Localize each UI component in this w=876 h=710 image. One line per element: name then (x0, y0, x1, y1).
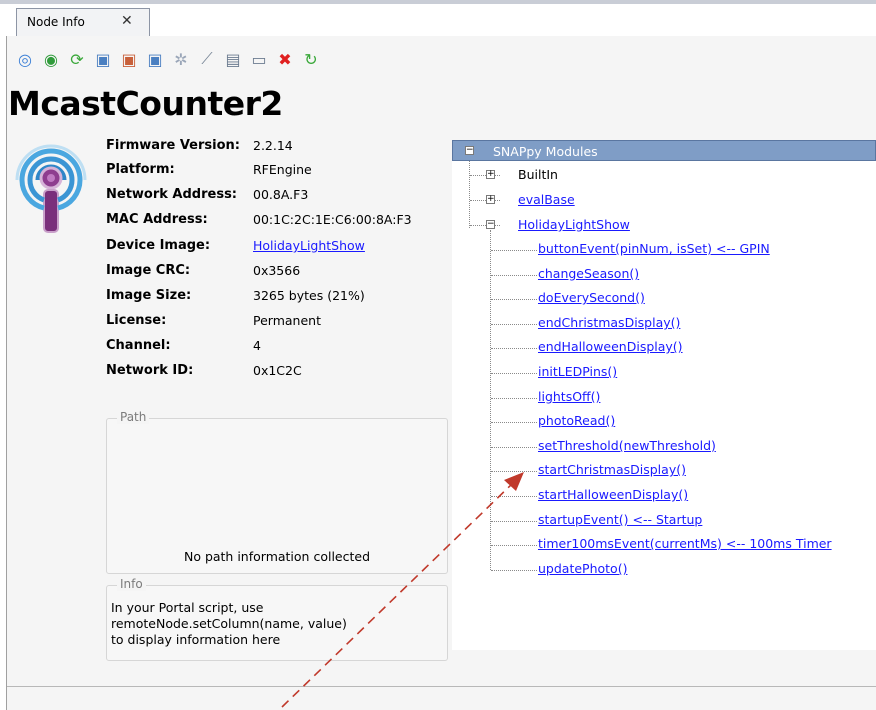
tree-guide-line (491, 521, 537, 522)
property-label: Platform: (106, 162, 175, 177)
tree-guide-line (491, 570, 537, 571)
property-label: Network Address: (106, 187, 238, 202)
tree-function-item[interactable]: initLEDPins() (538, 364, 617, 379)
tree-guide-line (491, 348, 537, 349)
property-value: 4 (253, 338, 261, 353)
wireless-node-icon (15, 144, 87, 233)
upload-script-icon[interactable]: ▣ (92, 48, 114, 70)
property-label: Network ID: (106, 363, 194, 378)
tree-function-item[interactable]: changeSeason() (538, 266, 639, 281)
tree-root-snappy-modules[interactable]: − SNAPpy Modules (452, 140, 876, 161)
property-value: 0x1C2C (253, 363, 302, 378)
property-value: RFEngine (253, 162, 312, 177)
tab-bar: Node Info ✕ (0, 0, 876, 36)
property-value: 00.8A.F3 (253, 187, 309, 202)
tree-function-item[interactable]: timer100msEvent(currentMs) <-- 100ms Tim… (538, 536, 832, 551)
tree-guide-line (491, 373, 537, 374)
collapse-icon[interactable]: − (465, 146, 474, 155)
tree-guide-line (491, 471, 537, 472)
tree-guide-line (491, 422, 537, 423)
configure-gear-icon[interactable]: ✲ (170, 48, 192, 70)
tree-guide-line (491, 275, 537, 276)
property-label: Image CRC: (106, 263, 191, 278)
tree-guide-line (491, 545, 537, 546)
tree-function-item[interactable]: endChristmasDisplay() (538, 315, 680, 330)
export-script-icon[interactable]: ▣ (144, 48, 166, 70)
path-legend: Path (117, 410, 150, 424)
property-label: Device Image: (106, 238, 211, 253)
tree-guide-line (491, 324, 537, 325)
property-label: Firmware Version: (106, 138, 240, 153)
tab-bar-border (0, 0, 876, 4)
tab-node-info-label: Node Info (27, 15, 85, 29)
tree-function-item[interactable]: photoRead() (538, 413, 615, 428)
tree-function-item[interactable]: startupEvent() <-- Startup (538, 512, 702, 527)
tree-guide-line (470, 225, 500, 226)
tree-guide-line (491, 447, 537, 448)
tree-function-item[interactable]: setThreshold(newThreshold) (538, 438, 716, 453)
property-value: 00:1C:2C:1E:C6:00:8A:F3 (253, 212, 412, 227)
copy-icon[interactable]: ▤ (222, 48, 244, 70)
expand-icon[interactable]: + (486, 195, 495, 204)
close-icon[interactable]: ✕ (121, 13, 133, 29)
info-group: Info In your Portal script, use remoteNo… (106, 577, 448, 661)
tree-function-item[interactable]: endHalloweenDisplay() (538, 339, 683, 354)
device-image-link[interactable]: HolidayLightShow (253, 238, 365, 253)
ping-node-icon[interactable]: ◎ (14, 48, 36, 70)
property-value: 0x3566 (253, 263, 301, 278)
info-line: In your Portal script, use (111, 600, 264, 615)
tree-function-item[interactable]: lightsOff() (538, 389, 600, 404)
field-icon[interactable]: ▭ (248, 48, 270, 70)
property-value: Permanent (253, 313, 321, 328)
probe-icon[interactable]: ⟋ (196, 48, 218, 70)
snappy-modules-tree: − SNAPpy Modules + BuiltIn + evalBase − Holid… (452, 140, 876, 650)
path-message: No path information collected (183, 549, 371, 564)
tree-function-item[interactable]: updatePhoto() (538, 561, 627, 576)
tree-guide-line (470, 175, 500, 176)
tree-guide-line (491, 250, 537, 251)
tab-node-info[interactable]: Node Info ✕ (16, 8, 150, 36)
path-group: Path No path information collected (106, 410, 448, 574)
refresh-node-icon[interactable]: ◉ (40, 48, 62, 70)
tree-guide-line (490, 230, 491, 570)
tree-guide-line (470, 200, 500, 201)
tree-guide-line (491, 496, 537, 497)
delete-icon[interactable]: ✖ (274, 48, 296, 70)
property-label: MAC Address: (106, 212, 208, 227)
tree-guide-line (491, 398, 537, 399)
tree-function-item[interactable]: startHalloweenDisplay() (538, 487, 688, 502)
tree-guide-line (469, 161, 470, 228)
erase-script-icon[interactable]: ▣ (118, 48, 140, 70)
info-line: remoteNode.setColumn(name, value) (111, 616, 347, 631)
tree-root-label: SNAPpy Modules (493, 144, 598, 159)
sync-arrows-icon[interactable]: ⟳ (66, 48, 88, 70)
property-label: Image Size: (106, 288, 192, 303)
tree-module-holidaylightshow[interactable]: HolidayLightShow (518, 217, 630, 232)
pane-divider (7, 686, 876, 687)
tree-function-item[interactable]: buttonEvent(pinNum, isSet) <-- GPIN (538, 241, 770, 256)
tree-guide-line (491, 299, 537, 300)
property-value: 3265 bytes (21%) (253, 288, 365, 303)
node-title: McastCounter2 (8, 84, 283, 123)
property-value: 2.2.14 (253, 138, 293, 153)
reboot-icon[interactable]: ↻ (300, 48, 322, 70)
collapse-icon[interactable]: − (486, 220, 495, 229)
info-legend: Info (117, 577, 146, 591)
expand-icon[interactable]: + (486, 170, 495, 179)
tree-function-item[interactable]: startChristmasDisplay() (538, 462, 686, 477)
property-label: License: (106, 313, 167, 328)
tree-function-item[interactable]: doEverySecond() (538, 290, 645, 305)
property-label: Channel: (106, 338, 171, 353)
info-line: to display information here (111, 632, 281, 647)
tree-module-builtin[interactable]: BuiltIn (518, 167, 558, 182)
tree-module-evalbase[interactable]: evalBase (518, 192, 575, 207)
